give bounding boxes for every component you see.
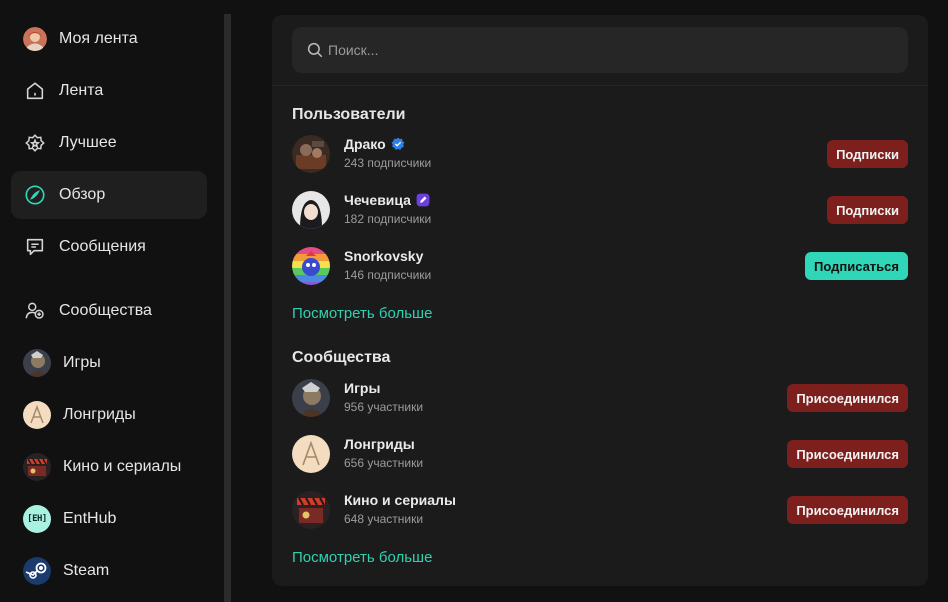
sidebar-item-longreads[interactable]: Лонгриды bbox=[11, 391, 207, 439]
user-row[interactable]: Чечевица 182 подписчики Подписки bbox=[292, 188, 908, 232]
sidebar-item-label: Моя лента bbox=[59, 30, 138, 47]
enthub-logo: [EH] bbox=[23, 505, 51, 533]
sidebar-item-games[interactable]: Игры bbox=[11, 339, 207, 387]
community-avatar-movies bbox=[292, 491, 330, 529]
users-icon bbox=[23, 299, 47, 323]
home-icon bbox=[23, 79, 47, 103]
community-row[interactable]: Лонгриды 656 участники Присоединился bbox=[292, 432, 908, 476]
enthub-logo-text: [EH] bbox=[27, 514, 47, 524]
subscriptions-button[interactable]: Подписки bbox=[827, 140, 908, 168]
user-avatar bbox=[23, 27, 47, 51]
sidebar-item-messages[interactable]: Сообщения bbox=[11, 223, 207, 271]
subscriptions-button[interactable]: Подписки bbox=[827, 196, 908, 224]
sidebar: Моя лента Лента Лучшее Обзор Сообщения С… bbox=[0, 0, 224, 602]
sidebar-item-my-feed[interactable]: Моя лента bbox=[11, 15, 207, 63]
search-box[interactable] bbox=[292, 27, 908, 73]
user-followers: 243 подписчики bbox=[344, 156, 432, 170]
sidebar-item-overview[interactable]: Обзор bbox=[11, 171, 207, 219]
user-row[interactable]: Snorkovsky 146 подписчики Подписаться bbox=[292, 244, 908, 288]
community-members: 656 участники bbox=[344, 456, 424, 470]
joined-button[interactable]: Присоединился bbox=[787, 440, 908, 468]
communities-section-title: Сообщества bbox=[292, 349, 391, 366]
user-followers: 146 подписчики bbox=[344, 268, 432, 282]
longreads-avatar bbox=[23, 401, 51, 429]
user-name-text[interactable]: Драко bbox=[344, 136, 386, 152]
user-followers: 182 подписчики bbox=[344, 212, 432, 226]
sidebar-item-label: Лента bbox=[59, 82, 104, 99]
user-avatar-chechevitsa bbox=[292, 191, 330, 229]
community-name[interactable]: Кино и сериалы bbox=[344, 492, 456, 508]
user-name[interactable]: Драко bbox=[344, 136, 405, 152]
sidebar-item-enthub[interactable]: [EH] EntHub bbox=[11, 495, 207, 543]
users-see-more-link[interactable]: Посмотреть больше bbox=[292, 305, 432, 322]
community-row[interactable]: Кино и сериалы 648 участники Присоединил… bbox=[292, 488, 908, 532]
user-avatar-snorkovsky bbox=[292, 247, 330, 285]
divider bbox=[272, 85, 928, 86]
user-avatar-drako bbox=[292, 135, 330, 173]
sidebar-scrollbar[interactable] bbox=[224, 14, 231, 602]
sidebar-item-label: Лонгриды bbox=[63, 406, 136, 423]
user-name[interactable]: Snorkovsky bbox=[344, 248, 423, 264]
movies-avatar bbox=[23, 453, 51, 481]
user-name[interactable]: Чечевица bbox=[344, 192, 430, 208]
joined-button[interactable]: Присоединился bbox=[787, 496, 908, 524]
sidebar-item-label: Steam bbox=[63, 562, 110, 579]
search-icon bbox=[306, 41, 324, 59]
sidebar-item-label: Сообщества bbox=[59, 302, 152, 319]
sidebar-item-feed[interactable]: Лента bbox=[11, 67, 207, 115]
sidebar-item-label: EntHub bbox=[63, 510, 117, 527]
sidebar-item-label: Лучшее bbox=[59, 134, 117, 151]
community-avatar-longreads bbox=[292, 435, 330, 473]
user-name-text[interactable]: Чечевица bbox=[344, 192, 411, 208]
compass-icon bbox=[23, 183, 47, 207]
subscribe-button[interactable]: Подписаться bbox=[804, 252, 908, 280]
community-avatar-games bbox=[292, 379, 330, 417]
pen-icon bbox=[416, 193, 430, 207]
user-row[interactable]: Драко 243 подписчики Подписки bbox=[292, 132, 908, 176]
search-input[interactable] bbox=[328, 27, 888, 73]
community-name[interactable]: Игры bbox=[344, 380, 380, 396]
community-members: 956 участники bbox=[344, 400, 424, 414]
user-name-text[interactable]: Snorkovsky bbox=[344, 248, 423, 264]
community-row[interactable]: Игры 956 участники Присоединился bbox=[292, 376, 908, 420]
sidebar-item-label: Кино и сериалы bbox=[63, 458, 182, 475]
message-icon bbox=[23, 235, 47, 259]
joined-button[interactable]: Присоединился bbox=[787, 384, 908, 412]
verified-icon bbox=[391, 137, 405, 151]
star-icon bbox=[23, 131, 47, 155]
steam-icon bbox=[23, 557, 51, 585]
communities-see-more-link[interactable]: Посмотреть больше bbox=[292, 549, 432, 566]
community-members: 648 участники bbox=[344, 512, 424, 526]
sidebar-item-communities[interactable]: Сообщества bbox=[11, 287, 207, 335]
sidebar-item-label: Игры bbox=[63, 354, 101, 371]
search-panel: Пользователи Драко 243 подписчики Подпис… bbox=[272, 15, 928, 586]
games-avatar bbox=[23, 349, 51, 377]
sidebar-item-movies[interactable]: Кино и сериалы bbox=[11, 443, 207, 491]
community-name[interactable]: Лонгриды bbox=[344, 436, 415, 452]
users-section-title: Пользователи bbox=[292, 106, 406, 123]
sidebar-item-label: Обзор bbox=[59, 186, 106, 203]
sidebar-item-label: Сообщения bbox=[59, 238, 146, 255]
sidebar-item-steam[interactable]: Steam bbox=[11, 547, 207, 595]
sidebar-item-best[interactable]: Лучшее bbox=[11, 119, 207, 167]
